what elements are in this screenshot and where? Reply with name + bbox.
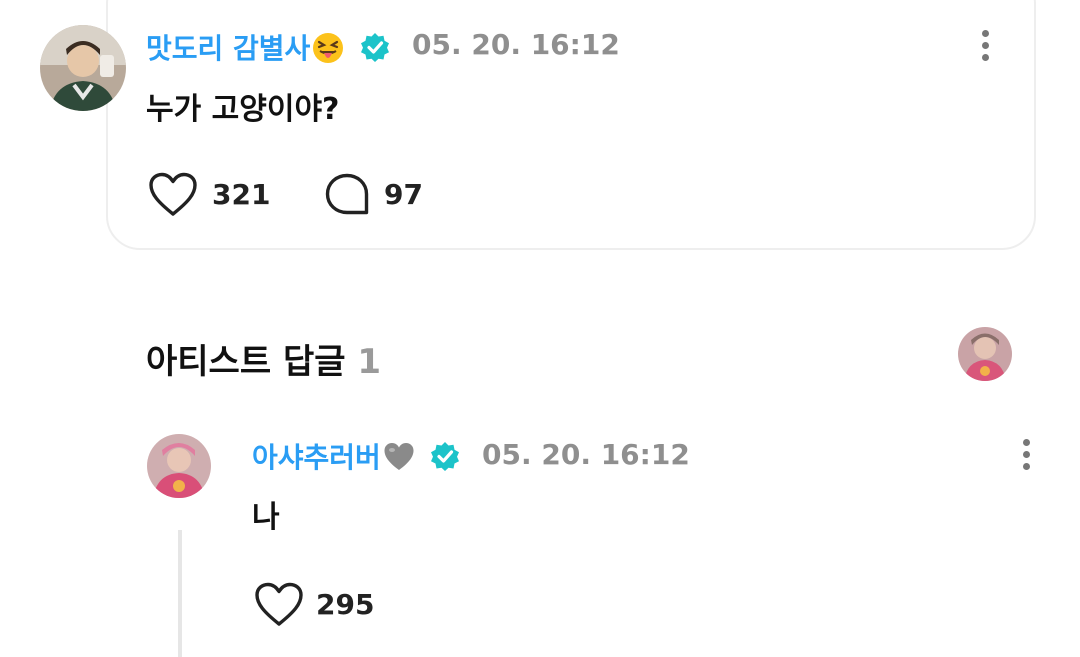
post-timestamp: 05. 20. 16:12	[412, 28, 620, 61]
post-more-options-icon[interactable]	[979, 28, 991, 64]
reply-more-options-icon[interactable]	[1020, 437, 1032, 473]
post-author-avatar[interactable]	[40, 25, 126, 111]
verified-badge-icon	[361, 33, 389, 62]
post-comment-count: 97	[384, 178, 423, 211]
comment-icon[interactable]	[324, 172, 370, 218]
post-author-name[interactable]: 맛도리 감별사	[146, 27, 344, 67]
artist-replies-title: 아티스트 답글 1	[146, 342, 382, 382]
post-like-count: 321	[212, 178, 271, 211]
artist-avatar-small[interactable]	[958, 327, 1012, 381]
artist-replies-count: 1	[357, 342, 382, 382]
heart-icon[interactable]	[148, 172, 198, 218]
post-text: 누가 고양이야?	[146, 92, 340, 127]
reply-text: 나	[252, 500, 280, 535]
reply-author-name[interactable]: 아샤추러버	[252, 436, 415, 476]
verified-badge-icon	[431, 442, 459, 471]
heart-icon[interactable]	[254, 582, 304, 628]
reply-like-count: 295	[316, 588, 375, 621]
reply-author-avatar[interactable]	[147, 434, 211, 498]
tongue-emoji-icon	[313, 33, 344, 63]
reply-timestamp: 05. 20. 16:12	[482, 438, 690, 471]
thread-line	[178, 530, 182, 657]
grey-heart-emoji-icon	[384, 443, 414, 470]
